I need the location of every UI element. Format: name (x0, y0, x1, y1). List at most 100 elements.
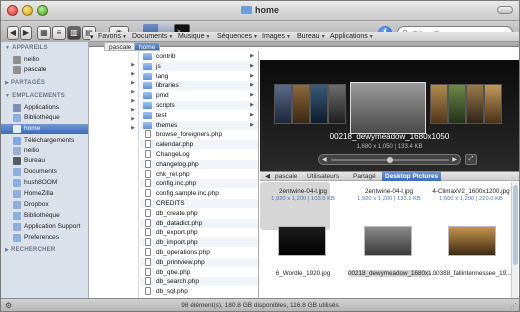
bookmark-sequences[interactable]: Séquences▼ (217, 33, 258, 40)
tab-desktop-pictures[interactable]: Desktop Pictures (382, 172, 442, 181)
breadcrumb-item[interactable]: pascale (104, 42, 137, 51)
bookmark-applications[interactable]: Applications▼ (330, 33, 374, 40)
coverflow-thumbnail[interactable] (328, 84, 346, 124)
sidebar-item-home[interactable]: home (1, 124, 88, 134)
list-item[interactable]: db_search.php (140, 277, 258, 287)
coverflow-scroller[interactable]: ◀ ▶ (318, 154, 461, 165)
coverflow-slider-knob[interactable] (387, 157, 393, 163)
grid-item-name[interactable]: 2entwine-04-l.jpg (352, 188, 426, 195)
breadcrumb-item-current[interactable]: home (134, 42, 161, 51)
section-header-rechercher[interactable]: ▶ RECHERCHER (5, 247, 55, 253)
view-icon-button[interactable]: ▦ (37, 26, 51, 40)
list-item[interactable]: calendar.php (140, 140, 258, 150)
list-item[interactable]: browse_foreigners.php (140, 130, 258, 139)
list-item[interactable]: js ▶ (140, 61, 258, 71)
sidebar-item-dropbox[interactable]: Dropbox (1, 200, 88, 210)
list-item[interactable]: db_export.php (140, 228, 258, 237)
list-item[interactable]: pmd ▶ (140, 91, 258, 100)
list-item[interactable]: scripts ▶ (140, 101, 258, 110)
list-item[interactable]: db_qbe.php (140, 267, 258, 277)
parent-column-row[interactable]: ▶ (90, 116, 138, 125)
bookmark-images[interactable]: Images▼ (262, 33, 291, 40)
coverflow-thumbnail[interactable] (448, 84, 466, 124)
section-header-appareils[interactable]: ▼ APPAREILS (5, 45, 48, 51)
bookmarks-overflow-icon[interactable]: ▾ (90, 33, 94, 41)
grid-item-name[interactable]: 6_Wordle_1920.jpg (264, 270, 342, 277)
list-item[interactable]: db_sql.php (140, 287, 258, 296)
bookmark-favoris[interactable]: Favoris▼ (98, 33, 127, 40)
sidebar-item-homezilla[interactable]: HomeZilla (1, 189, 88, 199)
list-item[interactable]: lang ▶ (140, 72, 258, 81)
list-item[interactable]: db_import.php (140, 238, 258, 248)
grid-item-name[interactable]: 4-ClimaxV2_1600x1200.jpg (432, 188, 510, 195)
grid-item-name-selected[interactable]: 00218_dewymeadow_1680x1... (348, 270, 437, 277)
coverflow-thumbnail[interactable] (274, 84, 292, 124)
tab-partage[interactable]: Partagé (350, 172, 379, 181)
sidebar-item-applications[interactable]: Applications (1, 103, 88, 113)
section-header-emplacements[interactable]: ▼ EMPLACEMENTS (5, 93, 65, 99)
sidebar-item-documents[interactable]: Documents (1, 167, 88, 177)
parent-column-row[interactable]: ▶ (90, 62, 138, 71)
view-list-button[interactable]: ≡ (52, 26, 66, 40)
grid-thumbnail-selected[interactable] (364, 226, 412, 256)
sidebar-item-bureau[interactable]: Bureau (1, 156, 88, 166)
bookmark-documents[interactable]: Documents▼ (132, 33, 173, 40)
list-item[interactable]: ChangeLog (140, 150, 258, 159)
scroll-right-icon[interactable]: ▶ (452, 156, 457, 163)
column-parent[interactable]: ▶ ▶ ▶ ▶ ▶ ▶ ▶ ▶ (90, 51, 139, 298)
list-item[interactable]: themes ▶ (140, 120, 258, 130)
list-item[interactable]: db_create.php (140, 208, 258, 218)
list-item[interactable]: db_datadict.php (140, 218, 258, 228)
sidebar-item-bibliotheque[interactable]: Bibliothèque (1, 113, 88, 123)
list-item[interactable]: test ▶ (140, 111, 258, 120)
sidebar-item-preferences[interactable]: Preferences (1, 233, 88, 243)
section-header-partages[interactable]: ▶ PARTAGÉS (5, 80, 45, 86)
sidebar-item-device[interactable]: pascale (1, 65, 88, 75)
bookmark-musique[interactable]: Musique▼ (178, 33, 210, 40)
list-item[interactable]: db_printview.php (140, 257, 258, 267)
parent-column-row[interactable]: ▶ (90, 98, 138, 107)
coverflow-thumbnail[interactable] (466, 84, 484, 124)
list-item[interactable]: db_operations.php (140, 248, 258, 257)
grid-thumbnail[interactable] (448, 226, 496, 256)
list-item[interactable]: libraries ▶ (140, 81, 258, 91)
list-item[interactable]: CREDITS (140, 199, 258, 208)
sidebar-item-neilio[interactable]: neilio (1, 146, 88, 156)
grid-item-name[interactable]: 2entwine-04-l.jpg (266, 188, 340, 195)
parent-column-row[interactable]: ▶ (90, 125, 138, 134)
fullscreen-button[interactable]: ⤢ (465, 154, 477, 165)
view-column-button[interactable]: ▥ (67, 26, 81, 40)
list-item[interactable]: config.inc.php (140, 179, 258, 189)
sidebar-item-telechargements[interactable]: Téléchargements (1, 136, 88, 146)
parent-column-row[interactable]: ▶ (90, 89, 138, 98)
back-button[interactable]: ◀ (7, 26, 19, 40)
list-item[interactable]: chk_rel.php (140, 169, 258, 179)
resize-grip-icon[interactable]: ⋰ (510, 302, 517, 310)
sidebar-item-device[interactable]: neilio (1, 55, 88, 65)
coverflow-thumbnail[interactable] (484, 84, 502, 124)
bookmark-bureau[interactable]: Bureau▼ (297, 33, 326, 40)
coverflow-thumbnail[interactable] (292, 84, 310, 124)
list-item[interactable]: changelog.php (140, 159, 258, 169)
forward-button[interactable]: ▶ (20, 26, 32, 40)
column-files[interactable]: contrib ▶ js ▶ lang ▶ libraries ▶ pmd ▶ scripts ▶ te… (140, 51, 259, 298)
tab-pascale[interactable]: pascale (272, 172, 300, 181)
tab-utilisateurs[interactable]: Utilisateurs (304, 172, 342, 181)
list-item[interactable]: config.sample.inc.php (140, 189, 258, 198)
coverflow-thumbnail[interactable] (430, 84, 448, 124)
parent-column-row[interactable]: ▶ (90, 71, 138, 80)
scrollbar-thumb[interactable] (513, 185, 518, 265)
sidebar-item-application-support[interactable]: Application Support (1, 222, 88, 232)
parent-column-row[interactable]: ▶ (90, 80, 138, 89)
sidebar-item-bibliotheque-2[interactable]: Bibliothèque (1, 211, 88, 221)
coverflow-thumbnail[interactable] (310, 84, 328, 124)
grid-thumbnail[interactable] (278, 226, 326, 256)
scroll-left-icon[interactable]: ◀ (322, 156, 327, 163)
sidebar-item-hush8oom[interactable]: hush8OOM (1, 178, 88, 188)
grid-item-name[interactable]: 00388_fallintennessee_19... (432, 270, 512, 277)
coverflow-selected-image[interactable] (350, 82, 426, 134)
parent-column-row[interactable]: ▶ (90, 107, 138, 116)
vertical-scrollbar[interactable] (511, 182, 518, 298)
list-item[interactable]: contrib ▶ (140, 52, 258, 61)
toolbar-toggle-button[interactable] (497, 6, 513, 14)
